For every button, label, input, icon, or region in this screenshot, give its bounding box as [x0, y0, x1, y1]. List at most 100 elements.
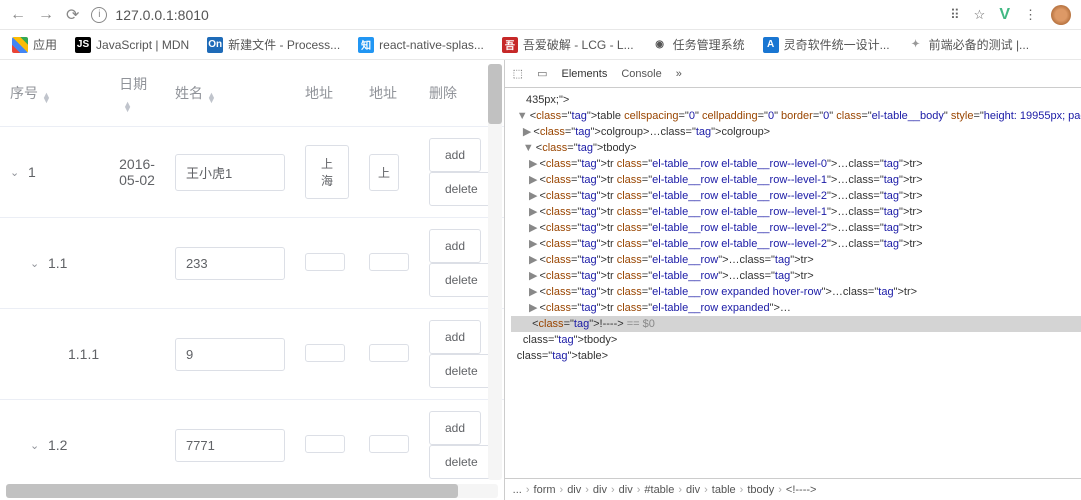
- crumb-item[interactable]: div: [619, 484, 633, 496]
- bookmark-item[interactable]: 吾吾爱破解 - LCG - L...: [502, 36, 634, 53]
- expand-icon[interactable]: ⌄: [30, 257, 42, 270]
- browser-toolbar: ← → ⟳ i 127.0.0.1:8010 ⠿ ☆ V ⋮: [0, 0, 1081, 30]
- bookmark-item[interactable]: On新建文件 - Process...: [207, 36, 340, 53]
- site-info-icon[interactable]: i: [91, 7, 107, 23]
- table-row: ⌄ 1.1 233 add delete: [0, 218, 504, 309]
- dom-node[interactable]: ▶<class="tag">tr class="el-table__row el…: [511, 236, 1081, 252]
- dom-node[interactable]: <class="tag">!----> == $0: [511, 316, 1081, 332]
- expand-icon[interactable]: ⌄: [10, 166, 22, 179]
- col-index[interactable]: 序号▲▼: [0, 60, 109, 127]
- horizontal-scrollbar[interactable]: [6, 484, 498, 498]
- address2-button[interactable]: 上: [369, 154, 399, 191]
- dom-node[interactable]: ▶<class="tag">tr class="el-table__row el…: [511, 204, 1081, 220]
- toolbar-icons: ⠿ ☆ V ⋮: [950, 5, 1071, 25]
- devtools-breadcrumb[interactable]: ...›form›div›div›div›#table›div›table›tb…: [505, 478, 1081, 500]
- name-input[interactable]: 7771: [175, 429, 285, 462]
- forward-button[interactable]: →: [38, 6, 54, 24]
- crumb-item[interactable]: form: [534, 484, 556, 496]
- crumb-item[interactable]: div: [593, 484, 607, 496]
- crumb-item[interactable]: tbody: [747, 484, 774, 496]
- name-input[interactable]: 9: [175, 338, 285, 371]
- add-button[interactable]: add: [429, 229, 481, 263]
- dom-node[interactable]: ▶<class="tag">tr class="el-table__row">……: [511, 268, 1081, 284]
- address-input[interactable]: [305, 435, 345, 453]
- scrollbar-thumb[interactable]: [488, 64, 502, 124]
- 52pojie-icon: 吾: [502, 37, 518, 53]
- bookmark-star-icon[interactable]: ☆: [974, 7, 986, 23]
- add-button[interactable]: add: [429, 320, 481, 354]
- address-input[interactable]: [305, 253, 345, 271]
- dom-node[interactable]: ▼<class="tag">tbody>: [511, 140, 1081, 156]
- js-icon: JS: [75, 37, 91, 53]
- expand-icon[interactable]: ⌄: [30, 439, 42, 452]
- back-button[interactable]: ←: [10, 6, 26, 24]
- test-icon: ✦: [908, 37, 924, 53]
- address2-input[interactable]: [369, 344, 409, 362]
- dom-node[interactable]: ▶<class="tag">tr class="el-table__row el…: [511, 172, 1081, 188]
- dom-node[interactable]: ▶<class="tag">tr class="el-table__row">……: [511, 252, 1081, 268]
- sort-icon[interactable]: ▲▼: [207, 93, 216, 103]
- dom-node[interactable]: ▶<class="tag">tr class="el-table__row el…: [511, 220, 1081, 236]
- design-icon: A: [763, 37, 779, 53]
- dom-node[interactable]: ▶<class="tag">tr class="el-table__row el…: [511, 156, 1081, 172]
- bookmark-item[interactable]: A灵奇软件统一设计...: [763, 36, 890, 53]
- delete-button[interactable]: delete: [429, 263, 494, 297]
- name-input[interactable]: 王小虎1: [175, 154, 285, 191]
- apps-shortcut[interactable]: ::应用: [12, 36, 57, 53]
- bookmark-item[interactable]: ✦前端必备的测试 |...: [908, 36, 1029, 53]
- row-index: 1.1: [48, 255, 67, 271]
- translate-icon[interactable]: ⠿: [950, 7, 960, 23]
- device-icon[interactable]: ▭: [537, 67, 547, 80]
- crumb-item[interactable]: table: [712, 484, 736, 496]
- add-button[interactable]: add: [429, 411, 481, 445]
- delete-button[interactable]: delete: [429, 354, 494, 388]
- delete-button[interactable]: delete: [429, 445, 494, 479]
- dom-node[interactable]: ▶<class="tag">tr class="el-table__row ex…: [511, 300, 1081, 316]
- sort-icon[interactable]: ▲▼: [42, 93, 51, 103]
- table-row: ⌄1.27771add delete: [0, 400, 504, 481]
- scrollbar-thumb[interactable]: [6, 484, 458, 498]
- col-name[interactable]: 姓名▲▼: [165, 60, 295, 127]
- bookmarks-bar: ::应用 JSJavaScript | MDN On新建文件 - Process…: [0, 30, 1081, 60]
- delete-button[interactable]: delete: [429, 172, 494, 206]
- dom-node[interactable]: class="tag">tbody>: [511, 332, 1081, 348]
- dom-node[interactable]: 435px;">: [511, 92, 1081, 108]
- url-bar[interactable]: i 127.0.0.1:8010: [91, 7, 938, 23]
- cell-date: [109, 400, 165, 481]
- crumb-item[interactable]: #table: [644, 484, 674, 496]
- col-date[interactable]: 日期▲▼: [109, 60, 165, 127]
- table-row: ⌄12016-05-02王小虎1上海上add delete: [0, 127, 504, 218]
- bookmark-item[interactable]: 知react-native-splas...: [358, 37, 484, 53]
- profile-avatar[interactable]: [1051, 5, 1071, 25]
- tabs-more-icon[interactable]: »: [676, 68, 682, 80]
- dom-node[interactable]: class="tag">table>: [511, 348, 1081, 364]
- dom-node[interactable]: ▼<class="tag">table cellspacing="0" cell…: [511, 108, 1081, 124]
- crumb-item[interactable]: div: [686, 484, 700, 496]
- address-input[interactable]: [305, 344, 345, 362]
- bookmark-item[interactable]: ◉任务管理系统: [652, 36, 745, 53]
- tab-console[interactable]: Console: [621, 68, 661, 80]
- crumb-item[interactable]: div: [567, 484, 581, 496]
- address2-input[interactable]: [369, 253, 409, 271]
- col-address: 地址: [295, 60, 359, 127]
- crumb-item[interactable]: ...: [513, 484, 522, 496]
- browser-menu-icon[interactable]: ⋮: [1024, 7, 1037, 23]
- url-text: 127.0.0.1:8010: [115, 7, 208, 23]
- bookmark-item[interactable]: JSJavaScript | MDN: [75, 37, 189, 53]
- tab-elements[interactable]: Elements: [561, 68, 607, 80]
- inspect-icon[interactable]: ⬚: [513, 67, 523, 80]
- vue-devtools-icon[interactable]: V: [999, 6, 1010, 24]
- crumb-item[interactable]: <!---->: [786, 484, 817, 496]
- dom-node[interactable]: ▶<class="tag">tr class="el-table__row ex…: [511, 284, 1081, 300]
- zhihu-icon: 知: [358, 37, 374, 53]
- address-button[interactable]: 上海: [305, 145, 349, 199]
- dom-node[interactable]: ▶<class="tag">tr class="el-table__row el…: [511, 188, 1081, 204]
- vertical-scrollbar[interactable]: [488, 64, 502, 480]
- name-input[interactable]: 233: [175, 247, 285, 280]
- address2-input[interactable]: [369, 435, 409, 453]
- add-button[interactable]: add: [429, 138, 481, 172]
- reload-button[interactable]: ⟳: [66, 5, 79, 25]
- sort-icon[interactable]: ▲▼: [123, 102, 132, 112]
- elements-tree[interactable]: 435px;"> ▼<class="tag">table cellspacing…: [505, 88, 1081, 478]
- dom-node[interactable]: ▶<class="tag">colgroup>…class="tag">colg…: [511, 124, 1081, 140]
